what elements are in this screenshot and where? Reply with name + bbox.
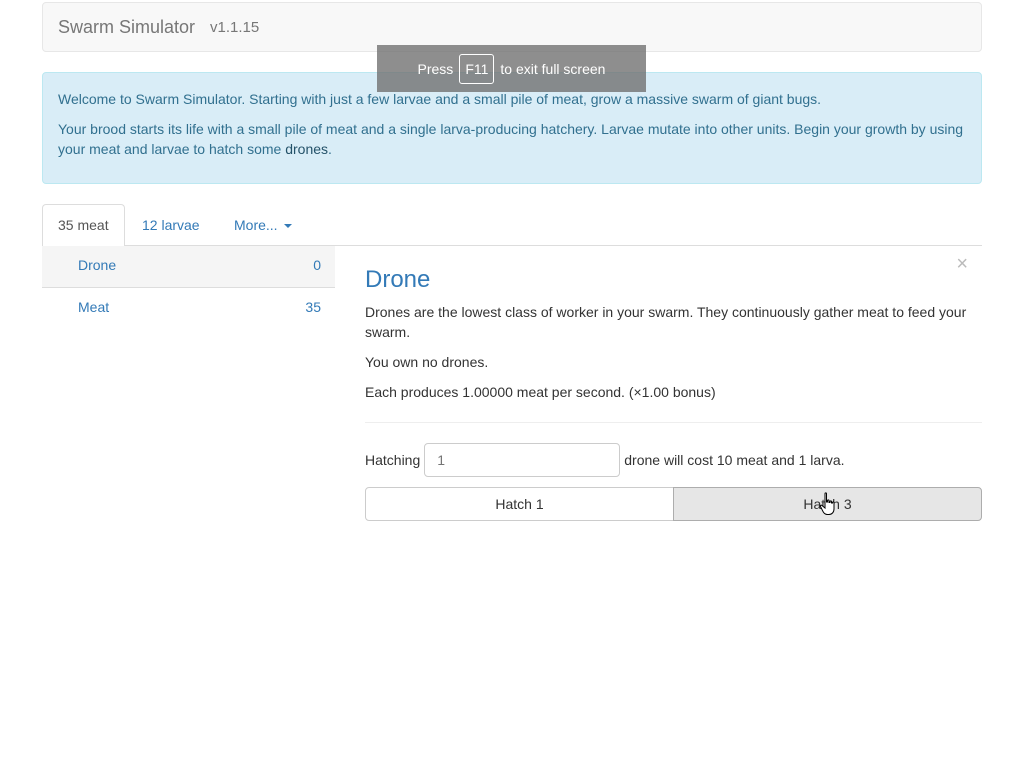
unit-count: 0 bbox=[313, 257, 321, 273]
hatch-button-group: Hatch 1 Hatch 3 bbox=[365, 487, 982, 521]
tab-meat-label: 35 meat bbox=[58, 217, 109, 233]
unit-name: Meat bbox=[78, 299, 110, 315]
unit-name: Drone bbox=[78, 257, 117, 273]
close-icon[interactable]: × bbox=[956, 254, 968, 274]
intro-body: Your brood starts its life with a small … bbox=[58, 121, 964, 157]
app-version: v1.1.15 bbox=[210, 19, 260, 36]
fullscreen-prefix: Press bbox=[417, 60, 454, 77]
hatch-prefix: Hatching bbox=[365, 452, 421, 468]
tab-more-label: More... bbox=[234, 217, 278, 233]
hatch-form: Hatching drone will cost 10 meat and 1 l… bbox=[365, 443, 845, 477]
divider bbox=[365, 422, 982, 423]
fullscreen-key: F11 bbox=[459, 53, 495, 84]
hatch-quantity-input[interactable] bbox=[424, 443, 621, 477]
unit-row-drone[interactable]: Drone 0 bbox=[42, 246, 335, 288]
fullscreen-notice: Press F11 to exit full screen bbox=[377, 45, 646, 92]
tab-larvae-label: 12 larvae bbox=[142, 217, 200, 233]
unit-description: Drones are the lowest class of worker in… bbox=[365, 304, 967, 340]
resource-tabs: 35 meat 12 larvae More... bbox=[42, 204, 982, 247]
unit-list: Drone 0 Meat 35 bbox=[42, 246, 335, 330]
hand-pointer-icon bbox=[819, 492, 835, 515]
intro-end: . bbox=[328, 141, 332, 157]
unit-production: Each produces 1.00000 meat per second. (… bbox=[365, 384, 716, 400]
app-title[interactable]: Swarm Simulator bbox=[58, 17, 195, 38]
drones-link[interactable]: drones bbox=[285, 141, 328, 157]
tab-more-dropdown[interactable]: More... bbox=[219, 204, 307, 246]
tab-larvae[interactable]: 12 larvae bbox=[127, 204, 215, 246]
fullscreen-suffix: to exit full screen bbox=[500, 60, 606, 77]
unit-row-meat[interactable]: Meat 35 bbox=[42, 288, 335, 330]
hatch-1-button[interactable]: Hatch 1 bbox=[365, 487, 674, 521]
welcome-text: Welcome to Swarm Simulator. Starting wit… bbox=[58, 91, 822, 107]
hatch-cost-text: drone will cost 10 meat and 1 larva. bbox=[624, 452, 845, 468]
unit-count: 35 bbox=[305, 299, 321, 315]
intro-text: Your brood starts its life with a small … bbox=[58, 119, 966, 159]
tab-meat[interactable]: 35 meat bbox=[42, 204, 125, 247]
unit-owned-status: You own no drones. bbox=[365, 354, 489, 370]
caret-down-icon bbox=[283, 224, 292, 229]
unit-title: Drone bbox=[365, 266, 431, 293]
unit-description-block: Drones are the lowest class of worker in… bbox=[365, 302, 982, 412]
